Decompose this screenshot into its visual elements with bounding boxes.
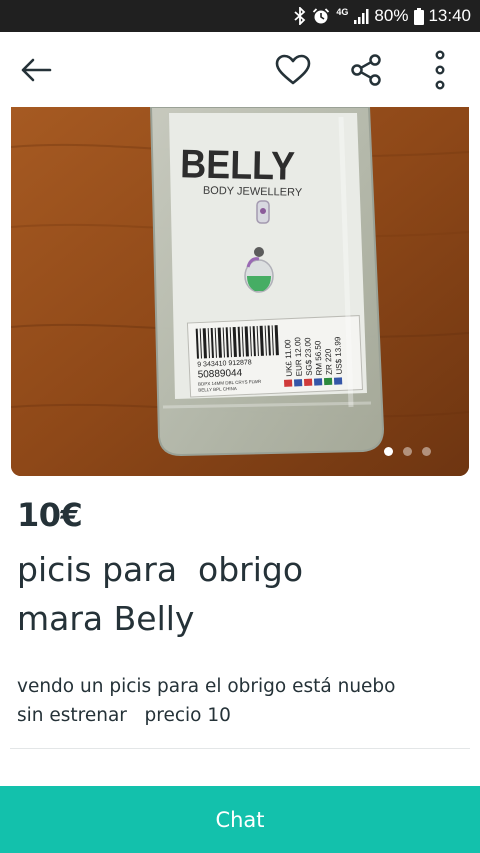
- carousel-dot[interactable]: [422, 447, 431, 456]
- alarm-icon: [312, 7, 330, 25]
- more-vert-icon: [435, 50, 445, 90]
- photo-brand-text: BELLY: [180, 143, 296, 190]
- photo-price-entry: EUR 12.00: [293, 336, 304, 376]
- photo-price-entry: US$ 13.99: [333, 336, 344, 375]
- photo-price-entry: UK£ 11.00: [283, 339, 294, 377]
- photo-brand-sub-text: BODY JEWELLERY: [203, 185, 303, 199]
- bluetooth-icon: [294, 7, 306, 25]
- divider: [10, 748, 470, 749]
- listing-title: picis para obrigo mara Belly: [17, 550, 304, 638]
- product-photo[interactable]: BELLY BODY JEWELLERY 9 343410 912878 508…: [11, 107, 469, 476]
- share-button[interactable]: [347, 50, 387, 90]
- battery-icon: [414, 7, 425, 25]
- photo-price-table: UK£ 11.00 EUR 12.00 SG$ 23.00 RM 56.50 ZR 22…: [283, 336, 344, 377]
- listing-description: vendo un picis para el obrigo está nuebo…: [17, 676, 396, 726]
- photo-product-code: 50889044: [197, 368, 242, 381]
- carousel-dot[interactable]: [384, 447, 393, 456]
- network-type: 4G: [336, 7, 349, 17]
- clock: 13:40: [428, 6, 471, 25]
- back-button[interactable]: [16, 50, 56, 90]
- heart-icon: [275, 54, 311, 85]
- back-arrow-icon: [21, 58, 52, 82]
- photo-price-entry: ZR 220: [324, 348, 334, 375]
- battery-percentage: 80%: [374, 6, 409, 25]
- photo-price-entry: RM 56.50: [313, 340, 324, 376]
- carousel-indicator: [384, 447, 431, 456]
- chat-button[interactable]: Chat: [0, 786, 480, 853]
- signal-icon: [354, 8, 370, 24]
- app-header: [0, 32, 480, 107]
- share-icon: [351, 54, 381, 86]
- more-options-button[interactable]: [420, 50, 460, 90]
- photo-price-entry: SG$ 23.00: [303, 337, 314, 376]
- carousel-dot[interactable]: [403, 447, 412, 456]
- listing-price: 10€: [17, 496, 83, 534]
- product-photo-illustration: BELLY BODY JEWELLERY 9 343410 912878 508…: [11, 107, 469, 476]
- status-bar: 4G 80% 13:40: [0, 0, 480, 32]
- chat-button-label: Chat: [215, 807, 265, 832]
- favorite-button[interactable]: [273, 50, 313, 90]
